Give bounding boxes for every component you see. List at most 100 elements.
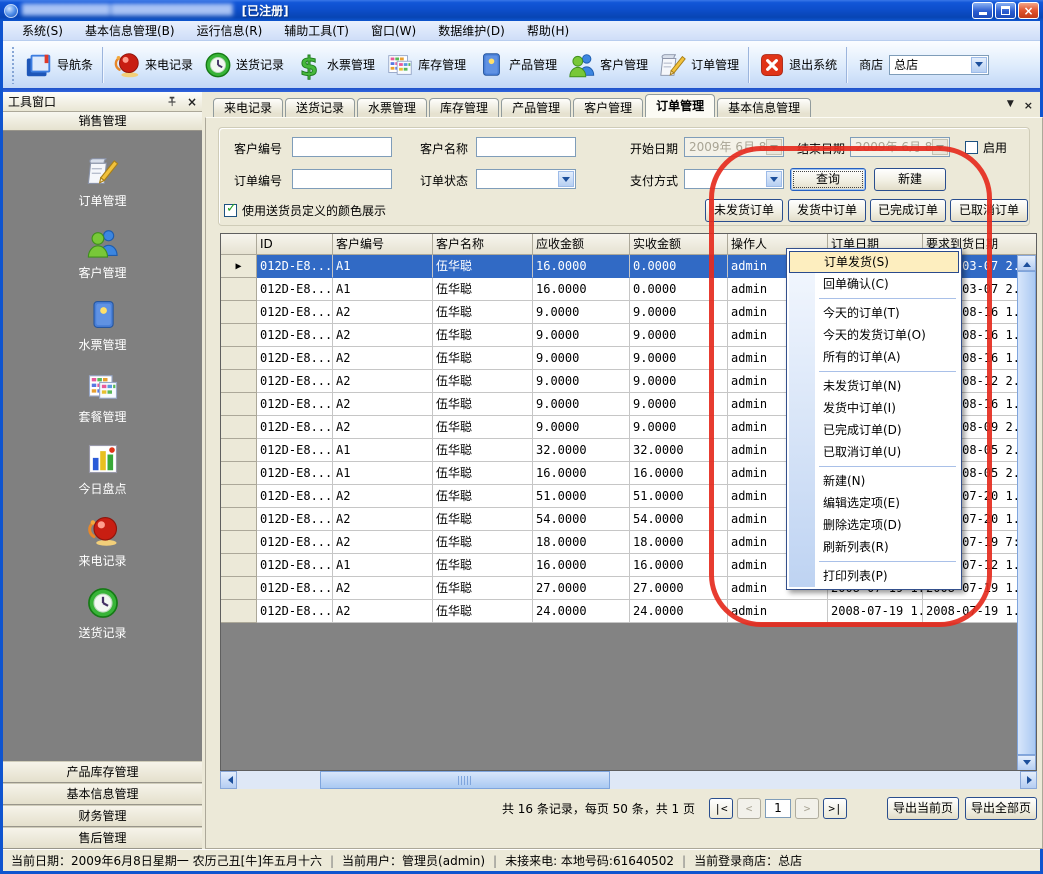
toolbar-exit-button[interactable]: 退出系统 xyxy=(753,48,842,82)
tab-call-records[interactable]: 来电记录 xyxy=(213,98,283,117)
last-page-button[interactable]: >| xyxy=(823,798,847,819)
toolbar-navigator-button[interactable]: 导航条 xyxy=(19,47,98,83)
row-selector-cell[interactable] xyxy=(221,531,257,554)
shop-select[interactable]: 总店 xyxy=(889,55,989,75)
shipping-orders-button[interactable]: 发货中订单 xyxy=(788,199,866,222)
sidebar-item-order-mgmt[interactable]: 订单管理 xyxy=(3,145,202,217)
end-date-picker[interactable]: 2009年 6月 8日 xyxy=(850,137,950,157)
context-menu-item[interactable]: 打印列表(P) xyxy=(789,565,959,587)
pin-icon[interactable] xyxy=(165,95,179,109)
row-selector-cell[interactable] xyxy=(221,554,257,577)
context-menu-item[interactable]: 刷新列表(R) xyxy=(789,536,959,558)
tab-delivery-records[interactable]: 送货记录 xyxy=(285,98,355,117)
export-current-page-button[interactable]: 导出当前页 xyxy=(887,797,959,820)
new-button[interactable]: 新建 xyxy=(874,168,946,191)
context-menu-item[interactable]: 今天的发货订单(O) xyxy=(789,324,959,346)
context-menu-item[interactable]: 已完成订单(D) xyxy=(789,419,959,441)
tab-list-caret-icon[interactable]: ▼ xyxy=(1007,99,1014,112)
order-status-select[interactable] xyxy=(476,169,576,189)
col-header-customer-no[interactable]: 客户编号 xyxy=(333,234,433,255)
col-header-selector[interactable] xyxy=(221,234,257,255)
sidebar-item-today-inventory[interactable]: 今日盘点 xyxy=(3,433,202,505)
row-selector-cell[interactable] xyxy=(221,577,257,600)
table-row[interactable]: 012D-E8... A2 伍华聪 24.0000 24.0000 admin … xyxy=(221,600,1019,623)
query-button[interactable]: 查询 xyxy=(790,168,866,191)
context-menu-item[interactable]: 回单确认(C) xyxy=(789,273,959,295)
toolbar-gripper[interactable] xyxy=(11,46,15,84)
row-selector-cell[interactable] xyxy=(221,370,257,393)
customer-no-input[interactable] xyxy=(292,137,392,157)
toolbar-customer-button[interactable]: 客户管理 xyxy=(562,47,653,83)
row-selector-cell[interactable] xyxy=(221,393,257,416)
close-button[interactable]: × xyxy=(1018,2,1039,19)
sidebar-section-after-sales[interactable]: 售后管理 xyxy=(3,827,202,849)
row-selector-cell[interactable] xyxy=(221,301,257,324)
context-menu-item[interactable]: 发货中订单(I) xyxy=(789,397,959,419)
context-menu-item[interactable]: 已取消订单(U) xyxy=(789,441,959,463)
sidebar-item-call-records[interactable]: 来电记录 xyxy=(3,505,202,577)
context-menu-item[interactable]: 未发货订单(N) xyxy=(789,375,959,397)
unshipped-orders-button[interactable]: 未发货订单 xyxy=(705,199,783,222)
tab-close-icon[interactable]: × xyxy=(1024,99,1033,112)
tab-basic-info[interactable]: 基本信息管理 xyxy=(717,98,811,117)
table-vertical-scrollbar[interactable] xyxy=(1017,255,1036,771)
row-selector-cell[interactable] xyxy=(221,462,257,485)
menu-data-maintenance[interactable]: 数据维护(D) xyxy=(427,20,516,41)
cancelled-orders-button[interactable]: 已取消订单 xyxy=(950,199,1028,222)
chevron-down-icon[interactable] xyxy=(558,171,574,187)
tab-inventory[interactable]: 库存管理 xyxy=(429,98,499,117)
horizontal-scroll-thumb[interactable] xyxy=(320,771,610,789)
row-selector-cell[interactable] xyxy=(221,416,257,439)
sidebar-item-customer-mgmt[interactable]: 客户管理 xyxy=(3,217,202,289)
export-all-pages-button[interactable]: 导出全部页 xyxy=(965,797,1037,820)
menu-run-info[interactable]: 运行信息(R) xyxy=(186,20,274,41)
tab-order-mgmt[interactable]: 订单管理 xyxy=(645,94,715,117)
row-selector-cell[interactable] xyxy=(221,508,257,531)
sidebar-section-basic-info[interactable]: 基本信息管理 xyxy=(3,783,202,805)
row-selector-cell[interactable] xyxy=(221,324,257,347)
toolbar-order-button[interactable]: 订单管理 xyxy=(653,47,744,83)
table-horizontal-scrollbar[interactable] xyxy=(220,771,1037,789)
sidebar-section-product-inventory[interactable]: 产品库存管理 xyxy=(3,761,202,783)
toolbar-inventory-button[interactable]: 库存管理 xyxy=(380,47,471,83)
tab-customer[interactable]: 客户管理 xyxy=(573,98,643,117)
menu-system[interactable]: 系统(S) xyxy=(11,20,74,41)
toolbar-delivery-records-button[interactable]: 送货记录 xyxy=(198,47,289,83)
sidebar-section-sales[interactable]: 销售管理 xyxy=(3,112,202,131)
prev-page-button[interactable]: < xyxy=(737,798,761,819)
first-page-button[interactable]: |< xyxy=(709,798,733,819)
menu-window[interactable]: 窗口(W) xyxy=(360,20,427,41)
row-selector-cell[interactable] xyxy=(221,600,257,623)
sidebar-item-water-ticket-mgmt[interactable]: 水票管理 xyxy=(3,289,202,361)
col-header-id[interactable]: ID xyxy=(257,234,333,255)
context-menu-item[interactable]: 删除选定项(D) xyxy=(789,514,959,536)
minimize-button[interactable] xyxy=(972,2,993,19)
start-date-picker[interactable]: 2009年 6月 8日 xyxy=(684,137,784,157)
customer-name-input[interactable] xyxy=(476,137,576,157)
row-selector-cell[interactable] xyxy=(221,439,257,462)
toolbar-water-ticket-button[interactable]: 水票管理 xyxy=(289,47,380,83)
scroll-left-icon[interactable] xyxy=(220,771,237,789)
context-menu-item[interactable]: 所有的订单(A) xyxy=(789,346,959,368)
sidebar-section-finance[interactable]: 财务管理 xyxy=(3,805,202,827)
tab-product[interactable]: 产品管理 xyxy=(501,98,571,117)
sidebar-item-package-mgmt[interactable]: 套餐管理 xyxy=(3,361,202,433)
chevron-down-icon[interactable] xyxy=(766,171,782,187)
row-selector-cell[interactable] xyxy=(221,347,257,370)
toolbar-product-button[interactable]: 产品管理 xyxy=(471,47,562,83)
toolbar-call-records-button[interactable]: 来电记录 xyxy=(107,47,198,83)
row-selector-cell[interactable]: ▶ xyxy=(221,255,257,278)
col-header-receivable[interactable]: 应收金额 xyxy=(533,234,630,255)
row-selector-cell[interactable] xyxy=(221,485,257,508)
col-header-received[interactable]: 实收金额 xyxy=(630,234,728,255)
chevron-down-icon[interactable] xyxy=(971,57,987,73)
menu-basic-info[interactable]: 基本信息管理(B) xyxy=(74,20,186,41)
context-menu-item[interactable]: 今天的订单(T) xyxy=(789,302,959,324)
next-page-button[interactable]: > xyxy=(795,798,819,819)
completed-orders-button[interactable]: 已完成订单 xyxy=(870,199,946,222)
payment-select[interactable] xyxy=(684,169,784,189)
vertical-scroll-thumb[interactable] xyxy=(1017,271,1036,755)
col-header-customer-name[interactable]: 客户名称 xyxy=(433,234,533,255)
tab-water-ticket[interactable]: 水票管理 xyxy=(357,98,427,117)
sidebar-item-delivery-records[interactable]: 送货记录 xyxy=(3,577,202,649)
